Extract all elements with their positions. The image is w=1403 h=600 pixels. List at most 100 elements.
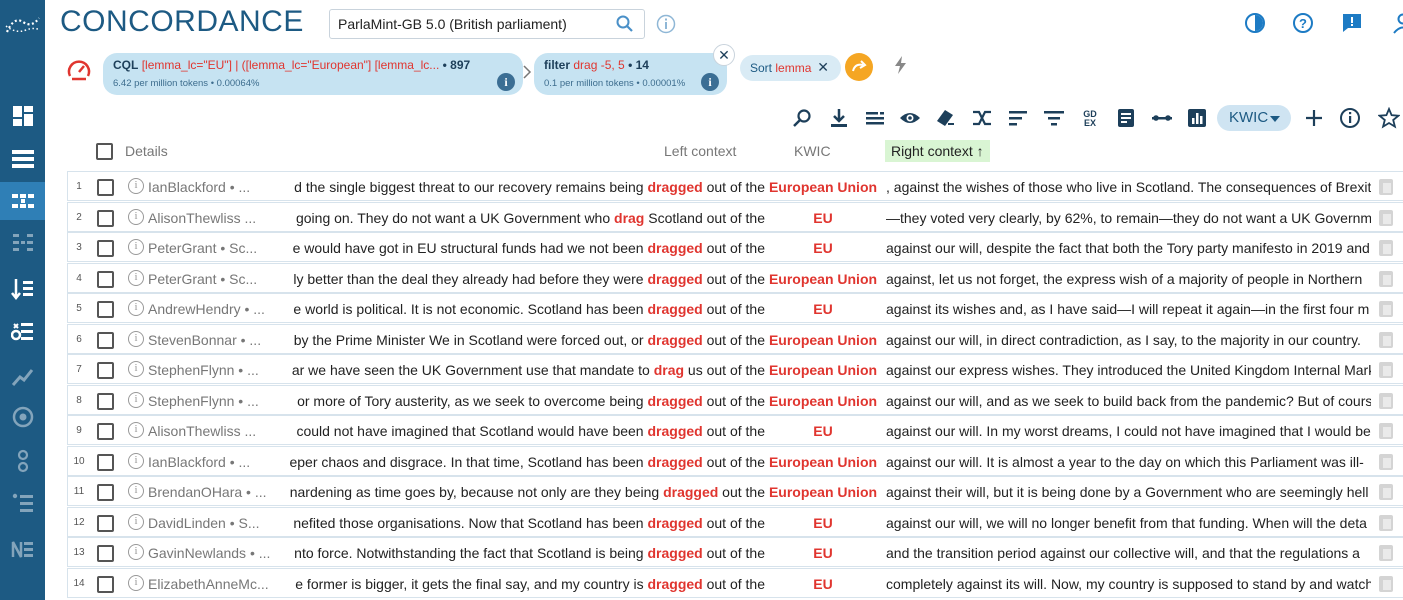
row-checkbox[interactable] bbox=[97, 484, 114, 501]
copy-icon[interactable] bbox=[1379, 514, 1393, 531]
speedometer-icon[interactable] bbox=[66, 58, 92, 84]
copy-icon[interactable] bbox=[1379, 362, 1393, 378]
row-details[interactable]: GavinNewlands • ... bbox=[148, 545, 278, 561]
table-row[interactable]: 13 i GavinNewlands • ... nto force. Notwith… bbox=[67, 537, 1403, 567]
plus-icon[interactable] bbox=[1303, 107, 1325, 129]
row-checkbox[interactable] bbox=[97, 240, 114, 257]
row-checkbox[interactable] bbox=[97, 270, 114, 288]
sidebar-item-list[interactable] bbox=[0, 140, 45, 178]
sidebar-item-ngrams[interactable] bbox=[0, 530, 45, 568]
sidebar-item-word-sketch[interactable] bbox=[0, 312, 45, 350]
kwic-keyword[interactable]: EU bbox=[765, 515, 881, 531]
chart-icon[interactable] bbox=[1186, 107, 1208, 129]
row-checkbox[interactable] bbox=[97, 301, 114, 318]
table-row[interactable]: 11 i BrendanOHara • ... nardening as time g… bbox=[67, 476, 1403, 506]
kwic-keyword[interactable]: European Union bbox=[765, 393, 881, 409]
kwic-keyword[interactable]: EU bbox=[765, 423, 881, 439]
sidebar-item-thesaurus[interactable] bbox=[0, 484, 45, 522]
table-row[interactable]: 9 i AlisonThewliss ... could not have imagi… bbox=[67, 415, 1403, 445]
row-info-icon[interactable]: i bbox=[128, 574, 144, 591]
row-details[interactable]: AlisonThewliss ... bbox=[148, 423, 278, 439]
kwic-keyword[interactable]: EU bbox=[765, 576, 881, 592]
copy-icon[interactable] bbox=[1379, 545, 1393, 561]
kwic-keyword[interactable]: European Union bbox=[765, 332, 881, 348]
table-row[interactable]: 12 i DavidLinden • S... nefited those organ… bbox=[67, 506, 1403, 537]
table-row[interactable]: 8 i StephenFlynn • ... or more of Tory aust… bbox=[67, 384, 1403, 415]
row-checkbox[interactable] bbox=[97, 453, 114, 471]
kwic-keyword[interactable]: European Union bbox=[765, 454, 881, 470]
copy-icon[interactable] bbox=[1379, 484, 1393, 500]
search-icon[interactable] bbox=[616, 15, 634, 33]
kwic-keyword[interactable]: EU bbox=[765, 240, 881, 256]
kwic-keyword[interactable]: EU bbox=[765, 301, 881, 317]
view-lines-icon[interactable] bbox=[864, 107, 886, 129]
row-info-icon[interactable]: i bbox=[128, 422, 144, 438]
copy-icon[interactable] bbox=[1379, 209, 1393, 226]
user-icon[interactable] bbox=[1392, 12, 1403, 34]
kwic-keyword[interactable]: EU bbox=[765, 210, 881, 226]
kwic-keyword[interactable]: EU bbox=[765, 545, 881, 561]
copy-icon[interactable] bbox=[1379, 423, 1393, 439]
copy-icon[interactable] bbox=[1379, 575, 1393, 592]
table-row[interactable]: 3 i PeterGrant • Sc... e would have got in … bbox=[67, 232, 1403, 262]
filter-chip[interactable]: filter drag -5, 5 • 14 0.1 per million t… bbox=[534, 53, 727, 95]
row-checkbox[interactable] bbox=[97, 209, 114, 227]
sidebar-item-parallel[interactable] bbox=[0, 224, 45, 262]
copy-icon[interactable] bbox=[1379, 301, 1393, 317]
row-details[interactable]: DavidLinden • S... bbox=[148, 515, 278, 531]
kwic-keyword[interactable]: European Union bbox=[765, 484, 881, 500]
row-details[interactable]: StevenBonnar • ... bbox=[148, 332, 278, 348]
cql-info-icon[interactable]: i bbox=[497, 73, 515, 91]
row-info-icon[interactable]: i bbox=[128, 300, 144, 316]
info-icon[interactable] bbox=[1339, 107, 1361, 129]
row-checkbox[interactable] bbox=[97, 514, 114, 532]
row-info-icon[interactable]: i bbox=[128, 361, 144, 377]
sort-icon[interactable] bbox=[1007, 107, 1029, 129]
row-details[interactable]: AndrewHendry • ... bbox=[148, 301, 278, 317]
column-header-kwic[interactable]: KWIC bbox=[794, 143, 831, 159]
copy-icon[interactable] bbox=[1379, 179, 1393, 195]
remove-filter-close-icon[interactable]: ✕ bbox=[713, 44, 735, 66]
row-details[interactable]: IanBlackford • ... bbox=[148, 179, 278, 195]
table-row[interactable]: 2 i AlisonThewliss ... going on. They do no… bbox=[67, 201, 1403, 232]
row-checkbox[interactable] bbox=[97, 331, 114, 349]
row-checkbox[interactable] bbox=[97, 179, 114, 196]
table-row[interactable]: 6 i StevenBonnar • ... by the Prime Ministe… bbox=[67, 323, 1403, 354]
row-details[interactable]: ElizabethAnneMc... bbox=[148, 576, 278, 592]
kwic-keyword[interactable]: European Union bbox=[765, 271, 881, 287]
add-operation-button[interactable] bbox=[845, 53, 873, 81]
row-details[interactable]: PeterGrant • Sc... bbox=[148, 271, 278, 287]
row-info-icon[interactable]: i bbox=[128, 544, 144, 560]
sidebar-item-trends[interactable] bbox=[0, 358, 45, 396]
row-info-icon[interactable]: i bbox=[128, 452, 144, 469]
corpus-info-icon[interactable] bbox=[656, 14, 676, 34]
cql-query-chip[interactable]: CQL [lemma_lc="EU"] | ([lemma_lc="Europe… bbox=[103, 53, 523, 95]
row-details[interactable]: AlisonThewliss ... bbox=[148, 210, 278, 226]
table-row[interactable]: 7 i StephenFlynn • ... ar we have seen the … bbox=[67, 354, 1403, 384]
context-icon[interactable] bbox=[934, 107, 956, 129]
filter-info-icon[interactable]: i bbox=[701, 73, 719, 91]
table-row[interactable]: 1 i IanBlackford • ... d the single biggest… bbox=[67, 171, 1403, 201]
sidebar-item-concordance[interactable] bbox=[0, 182, 45, 220]
download-icon[interactable] bbox=[828, 107, 850, 129]
table-row[interactable]: 5 i AndrewHendry • ... e world is political… bbox=[67, 293, 1403, 323]
column-header-left-context[interactable]: Left context bbox=[664, 143, 736, 159]
distance-icon[interactable] bbox=[1151, 107, 1173, 129]
kwic-keyword[interactable]: European Union bbox=[765, 179, 881, 195]
sidebar-item-dashboard[interactable] bbox=[0, 97, 45, 135]
row-checkbox[interactable] bbox=[97, 545, 114, 562]
row-info-icon[interactable]: i bbox=[128, 330, 144, 347]
row-info-icon[interactable]: i bbox=[128, 483, 144, 499]
sort-chip[interactable]: Sort lemma ✕ bbox=[740, 55, 841, 81]
column-header-details[interactable]: Details bbox=[125, 143, 168, 159]
view-mode-dropdown[interactable]: KWIC bbox=[1217, 105, 1291, 131]
document-icon[interactable] bbox=[1115, 107, 1137, 129]
select-all-checkbox[interactable] bbox=[96, 143, 113, 160]
row-checkbox[interactable] bbox=[97, 575, 114, 593]
row-info-icon[interactable]: i bbox=[128, 208, 144, 225]
sidebar-item-wordlist[interactable] bbox=[0, 270, 45, 308]
table-row[interactable]: 4 i PeterGrant • Sc... ly better than the d… bbox=[67, 262, 1403, 293]
sidebar-item-keywords[interactable] bbox=[0, 398, 45, 436]
row-info-icon[interactable]: i bbox=[128, 391, 144, 408]
copy-icon[interactable] bbox=[1379, 392, 1393, 409]
